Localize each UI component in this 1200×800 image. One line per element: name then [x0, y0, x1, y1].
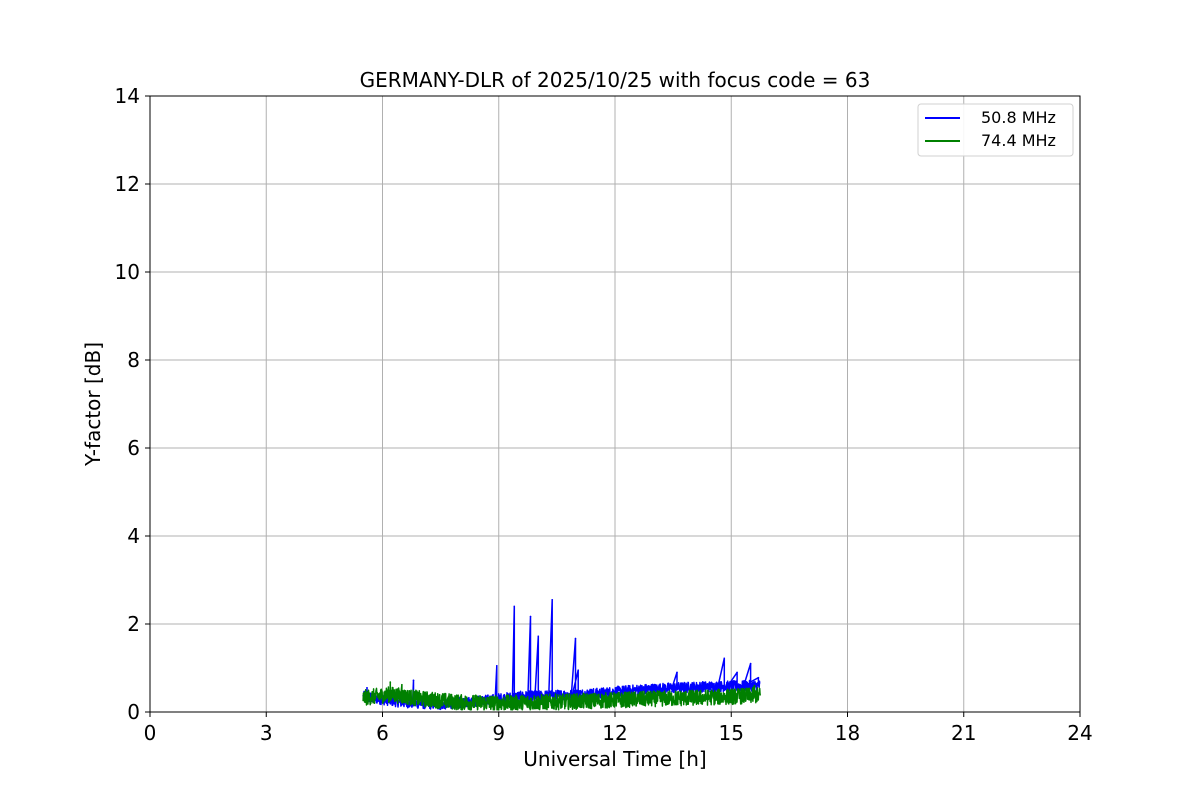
y-tick-label-5: 10 — [115, 260, 140, 284]
x-tick-label-7: 21 — [951, 721, 976, 745]
y-tick-label-7: 14 — [115, 84, 140, 108]
y-tick-label-4: 8 — [127, 348, 140, 372]
series-1-peak-2 — [753, 684, 756, 687]
legend-label-1: 74.4 MHz — [981, 131, 1056, 150]
y-tick-label-6: 12 — [115, 172, 140, 196]
series-0-peak-10 — [723, 657, 726, 660]
x-tick-label-3: 9 — [492, 721, 505, 745]
y-axis-label: Y-factor [dB] — [81, 342, 105, 467]
series-0-peak-1 — [412, 679, 415, 682]
series-0-peak-5 — [537, 635, 540, 638]
x-tick-label-6: 18 — [835, 721, 860, 745]
series-1-peak-0 — [389, 681, 392, 683]
series-0-peak-12 — [749, 662, 752, 665]
x-tick-label-1: 3 — [260, 721, 273, 745]
x-tick-label-5: 15 — [719, 721, 744, 745]
series-0-peak-11 — [736, 671, 738, 674]
series-0-peak-4 — [529, 615, 532, 618]
series-0-peak-6 — [551, 599, 554, 601]
series-0-peak-9 — [676, 671, 678, 674]
chart: GERMANY-DLR of 2025/10/25 with focus cod… — [0, 0, 1200, 800]
series-0-peak-7 — [574, 637, 577, 640]
series-0-peak-13 — [757, 676, 760, 679]
series-0-peak-3 — [513, 605, 516, 608]
y-tick-label-0: 0 — [127, 700, 140, 724]
series-1-peak-1 — [401, 683, 403, 686]
x-tick-label-2: 6 — [376, 721, 389, 745]
y-tick-label-1: 2 — [127, 612, 140, 636]
legend-label-0: 50.8 MHz — [981, 108, 1056, 127]
chart-title: GERMANY-DLR of 2025/10/25 with focus cod… — [360, 68, 871, 92]
x-tick-label-0: 0 — [144, 721, 157, 745]
y-tick-label-2: 4 — [127, 524, 140, 548]
series-0-peak-2 — [496, 665, 498, 667]
series-0-peak-0 — [366, 687, 368, 689]
y-tick-label-3: 6 — [127, 436, 140, 460]
x-axis-label: Universal Time [h] — [523, 747, 706, 771]
x-tick-label-8: 24 — [1067, 721, 1092, 745]
legend: 50.8 MHz 74.4 MHz — [917, 103, 1074, 157]
x-tick-label-4: 12 — [602, 721, 627, 745]
series-0-peak-8 — [577, 669, 579, 671]
